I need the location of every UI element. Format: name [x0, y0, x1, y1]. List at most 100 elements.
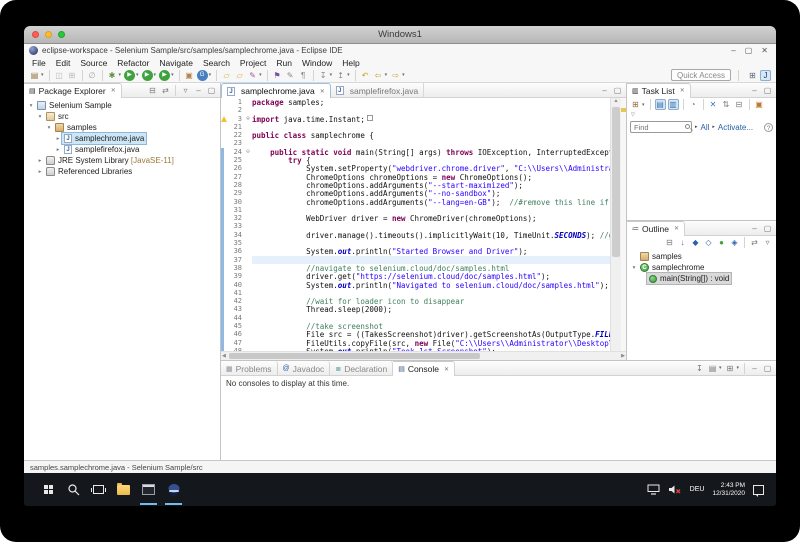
code-line[interactable]: 40 System.out.println("Navigated to sele… — [221, 281, 610, 289]
categorized-icon[interactable]: ▤ — [655, 99, 666, 110]
collapsed-expander-icon[interactable]: ▸ — [36, 169, 44, 175]
tab-javadoc[interactable]: @Javadoc — [278, 361, 331, 376]
expand-arrow-icon[interactable]: ▸ — [695, 124, 698, 130]
dropdown-arrow-icon[interactable]: ▾ — [385, 72, 388, 78]
menu-refactor[interactable]: Refactor — [112, 58, 154, 68]
external-tools-icon[interactable]: ▶ — [159, 70, 170, 81]
collapse-all-icon[interactable]: ⊟ — [147, 85, 158, 96]
menu-source[interactable]: Source — [75, 58, 112, 68]
code-line[interactable]: 30 chromeOptions.addArguments("--lang=en… — [221, 198, 610, 206]
menu-run[interactable]: Run — [271, 58, 297, 68]
previous-annotation-icon[interactable]: ↥ — [335, 70, 346, 81]
tab-package-explorer[interactable]: ▤ Package Explorer ✕ — [24, 83, 122, 98]
close-view-icon[interactable]: ✕ — [444, 366, 449, 373]
hide-completed-icon[interactable]: ✕ — [708, 99, 719, 110]
maximize-icon[interactable]: ▢ — [206, 85, 217, 96]
create-element-icon[interactable]: ✎ — [285, 70, 296, 81]
code-line[interactable]: 44 — [221, 314, 610, 322]
expanded-expander-icon[interactable]: ▾ — [630, 265, 638, 271]
hide-non-public-icon[interactable]: ● — [716, 237, 727, 248]
maximize-icon[interactable]: ▢ — [762, 85, 773, 96]
task-view-button[interactable] — [86, 473, 111, 506]
find-input[interactable] — [630, 121, 692, 133]
tree-item-samples[interactable]: samples — [627, 251, 776, 262]
view-menu-icon[interactable]: ▿ — [180, 85, 191, 96]
code-line[interactable]: 35 — [221, 239, 610, 247]
code-editor[interactable]: 1package samples;23⊕import java.time.Ins… — [221, 98, 610, 351]
minimize-window-icon[interactable]: – — [731, 46, 735, 56]
dropdown-arrow-icon[interactable]: ▾ — [154, 72, 157, 78]
sort-icon[interactable]: ↓ — [677, 237, 688, 248]
dropdown-arrow-icon[interactable]: ▾ — [209, 72, 212, 78]
minimize-icon[interactable]: – — [193, 85, 204, 96]
minimize-icon[interactable]: – — [599, 85, 610, 96]
maximize-icon[interactable]: ▢ — [762, 223, 773, 234]
menu-help[interactable]: Help — [337, 58, 364, 68]
open-task-icon[interactable]: ▱ — [234, 70, 245, 81]
keyboard-layout[interactable]: DEU — [690, 486, 705, 493]
menu-navigate[interactable]: Navigate — [154, 58, 198, 68]
run-history-icon[interactable]: ▶ — [142, 70, 153, 81]
expanded-expander-icon[interactable]: ▾ — [45, 125, 53, 131]
scheduled-icon[interactable]: ▥ — [668, 99, 679, 110]
display-selected-console-icon[interactable]: ▤ — [707, 363, 718, 374]
tab-outline[interactable]: ≔ Outline ✕ — [627, 221, 685, 236]
last-edit-location-icon[interactable]: ↶ — [360, 70, 371, 81]
tree-item-samplechrome-java[interactable]: ▸Jsamplechrome.java — [24, 133, 220, 144]
skip-all-breakpoints-icon[interactable]: ∅ — [87, 70, 98, 81]
code-line[interactable]: 32 WebDriver driver = new ChromeDriver(c… — [221, 214, 610, 222]
volume-muted-icon[interactable] — [668, 484, 682, 495]
new-task-icon[interactable]: ⊞ — [630, 99, 641, 110]
action-center-icon[interactable] — [753, 485, 764, 495]
vertical-scroll-thumb[interactable] — [612, 107, 620, 257]
dropdown-arrow-icon[interactable]: ▾ — [259, 72, 262, 78]
help-icon[interactable]: ? — [764, 123, 773, 132]
view-menu-icon[interactable]: ▽ — [631, 112, 635, 118]
code-line[interactable]: 25 try { — [221, 156, 610, 164]
save-all-icon[interactable]: ⊞ — [67, 70, 78, 81]
synchronize-icon[interactable]: ⇅ — [721, 99, 732, 110]
close-tab-icon[interactable]: ✕ — [320, 88, 325, 95]
open-web-browser-icon[interactable]: G — [197, 70, 208, 81]
code-line[interactable]: 36 System.out.println("Started Browser a… — [221, 247, 610, 255]
task-repositories-icon[interactable]: ▣ — [754, 99, 765, 110]
maximize-icon[interactable]: ▢ — [612, 85, 623, 96]
toggle-mark-occurrences-icon[interactable]: ✎ — [247, 70, 258, 81]
code-line[interactable]: 22public class samplechrome { — [221, 131, 610, 139]
close-view-icon[interactable]: ✕ — [680, 87, 685, 94]
menu-search[interactable]: Search — [198, 58, 235, 68]
forward-icon[interactable]: ⇨ — [390, 70, 401, 81]
file-explorer-button[interactable] — [111, 473, 136, 506]
maximize-icon[interactable]: ▢ — [762, 363, 773, 374]
dropdown-arrow-icon[interactable]: ▾ — [719, 365, 722, 371]
dropdown-arrow-icon[interactable]: ▾ — [330, 72, 333, 78]
tree-item-referenced-libraries[interactable]: ▸Referenced Libraries — [24, 166, 220, 177]
next-annotation-icon[interactable]: ↧ — [318, 70, 329, 81]
close-view-icon[interactable]: ✕ — [674, 225, 679, 232]
code-line[interactable]: 46 File src = ((TakesScreenshot)driver).… — [221, 330, 610, 338]
activate-link[interactable]: Activate... — [718, 123, 753, 132]
run-icon[interactable]: ▶ — [124, 70, 135, 81]
menu-edit[interactable]: Edit — [51, 58, 76, 68]
code-line[interactable]: 24⊖ public static void main(String[] arg… — [221, 148, 610, 156]
new-wizard-icon[interactable]: ▤ — [29, 70, 40, 81]
tree-item-samplechrome[interactable]: ▾Csamplechrome — [627, 262, 776, 273]
hide-fields-icon[interactable]: ◆ — [690, 237, 701, 248]
code-line[interactable]: 42 //wait for loader icon to disappear — [221, 297, 610, 305]
eclipse-taskbar-button[interactable] — [161, 473, 186, 506]
dropdown-arrow-icon[interactable]: ▾ — [171, 72, 174, 78]
dropdown-arrow-icon[interactable]: ▾ — [41, 72, 44, 78]
menu-window[interactable]: Window — [297, 58, 337, 68]
new-java-project-icon[interactable]: ▣ — [184, 70, 195, 81]
code-line[interactable]: 3⊕import java.time.Instant; — [221, 115, 610, 123]
code-line[interactable]: 41 — [221, 289, 610, 297]
open-console-icon[interactable]: ⊞ — [724, 363, 735, 374]
dropdown-arrow-icon[interactable]: ▾ — [347, 72, 350, 78]
minimize-icon[interactable]: – — [749, 223, 760, 234]
dropdown-arrow-icon[interactable]: ▾ — [136, 72, 139, 78]
tree-item-src[interactable]: ▾src — [24, 111, 220, 122]
code-line[interactable]: 43 Thread.sleep(2000); — [221, 305, 610, 313]
dropdown-arrow-icon[interactable]: ▾ — [736, 365, 739, 371]
code-line[interactable]: 31 — [221, 206, 610, 214]
start-button[interactable] — [36, 473, 61, 506]
